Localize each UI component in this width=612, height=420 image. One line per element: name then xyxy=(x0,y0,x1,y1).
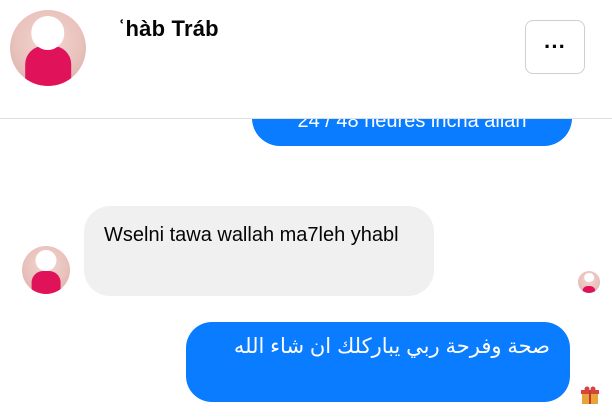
avatar-figure xyxy=(31,271,61,294)
more-options-button[interactable]: ··· xyxy=(525,20,585,74)
contact-avatar[interactable] xyxy=(10,10,86,86)
avatar-figure xyxy=(582,285,596,293)
avatar-head-mask xyxy=(35,249,57,271)
sender-avatar[interactable] xyxy=(22,246,70,294)
more-options-icon: ··· xyxy=(544,34,566,59)
header-divider xyxy=(0,118,612,119)
avatar-head-mask xyxy=(31,16,65,50)
message-bubble-outgoing[interactable]: صحة وفرحة ربي يباركلك ان شاء الله xyxy=(186,322,570,402)
avatar-figure xyxy=(25,46,71,86)
avatar-head-mask xyxy=(584,272,594,283)
contact-name[interactable]: ʿhàb Tráb xyxy=(118,16,219,42)
gift-icon xyxy=(581,386,599,404)
message-bubble-incoming[interactable]: Wselni tawa wallah ma7leh yhabl xyxy=(84,206,434,296)
read-receipt-avatar xyxy=(578,271,600,293)
chat-header: ʿhàb Tráb ··· xyxy=(0,0,612,118)
